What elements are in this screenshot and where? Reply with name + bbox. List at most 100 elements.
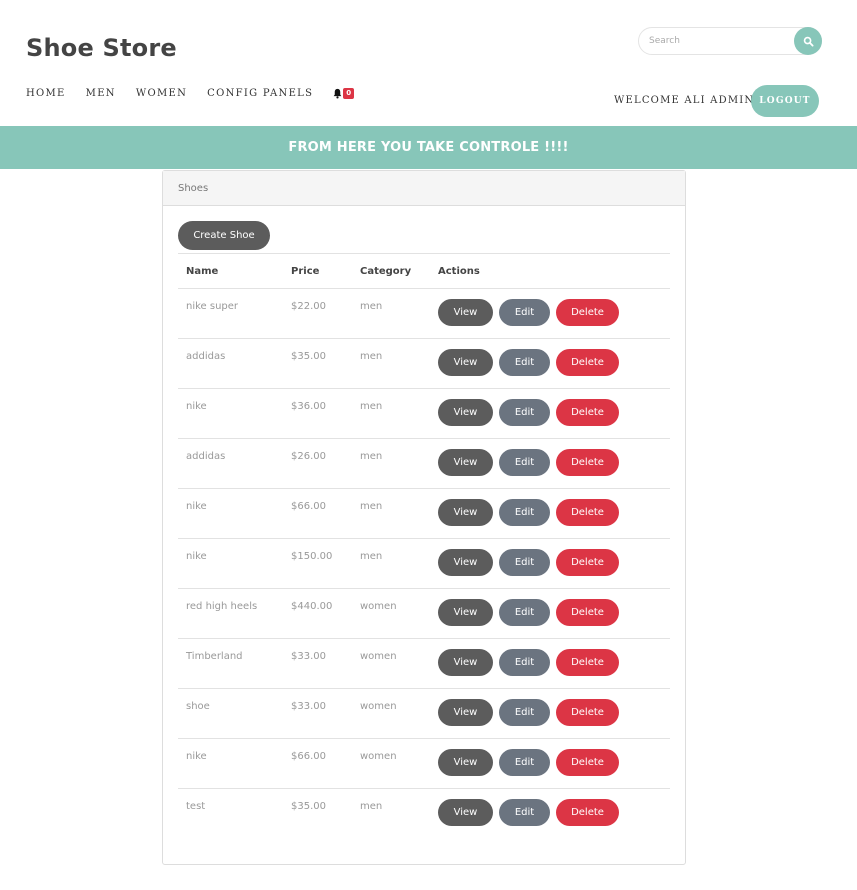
table-row: Timberland $33.00 women View Edit Delete [178, 639, 670, 689]
shoe-category: men [360, 401, 383, 412]
edit-button[interactable]: Edit [499, 749, 550, 776]
search-icon [803, 36, 814, 47]
shoe-category: men [360, 501, 383, 512]
shoe-name: addidas [186, 451, 226, 462]
view-button[interactable]: View [438, 299, 493, 326]
edit-button[interactable]: Edit [499, 599, 550, 626]
notification-count-badge: 0 [343, 88, 355, 99]
nav-home[interactable]: HOME [26, 88, 66, 99]
shoe-price: $36.00 [291, 401, 326, 412]
table-row: nike $66.00 men View Edit Delete [178, 489, 670, 539]
edit-button[interactable]: Edit [499, 699, 550, 726]
table-row: nike $66.00 women View Edit Delete [178, 739, 670, 789]
shoe-price: $33.00 [291, 651, 326, 662]
table-row: addidas $35.00 men View Edit Delete [178, 339, 670, 389]
edit-button[interactable]: Edit [499, 549, 550, 576]
delete-button[interactable]: Delete [556, 449, 619, 476]
table-row: nike $36.00 men View Edit Delete [178, 389, 670, 439]
delete-button[interactable]: Delete [556, 749, 619, 776]
shoe-name: nike [186, 751, 207, 762]
table-row: shoe $33.00 women View Edit Delete [178, 689, 670, 739]
edit-button[interactable]: Edit [499, 349, 550, 376]
view-button[interactable]: View [438, 499, 493, 526]
nav-women[interactable]: WOMEN [136, 88, 187, 99]
shoe-name: shoe [186, 701, 210, 712]
bell-icon [333, 88, 342, 99]
shoe-price: $440.00 [291, 601, 333, 612]
shoe-name: nike [186, 551, 207, 562]
edit-button[interactable]: Edit [499, 299, 550, 326]
welcome-text: WELCOME ALI ADMIN [614, 95, 755, 106]
shoe-price: $66.00 [291, 751, 326, 762]
delete-button[interactable]: Delete [556, 349, 619, 376]
delete-button[interactable]: Delete [556, 699, 619, 726]
shoe-price: $35.00 [291, 351, 326, 362]
header-price: Price [291, 265, 320, 277]
logout-button[interactable]: LOGOUT [751, 85, 819, 117]
delete-button[interactable]: Delete [556, 499, 619, 526]
shoe-price: $33.00 [291, 701, 326, 712]
search-bar [638, 27, 822, 55]
nav-men[interactable]: MEN [86, 88, 116, 99]
delete-button[interactable]: Delete [556, 799, 619, 826]
shoe-category: men [360, 301, 383, 312]
view-button[interactable]: View [438, 699, 493, 726]
shoe-category: women [360, 651, 397, 662]
delete-button[interactable]: Delete [556, 649, 619, 676]
shoe-name: red high heels [186, 601, 258, 612]
shoe-category: men [360, 451, 383, 462]
header-actions: Actions [438, 265, 480, 277]
table-row: test $35.00 men View Edit Delete [178, 789, 670, 839]
admin-banner: FROM HERE YOU TAKE CONTROLE !!!! [0, 126, 857, 169]
search-button[interactable] [794, 27, 822, 55]
shoe-category: women [360, 751, 397, 762]
table-row: nike super $22.00 men View Edit Delete [178, 289, 670, 339]
shoe-name: test [186, 801, 206, 812]
edit-button[interactable]: Edit [499, 399, 550, 426]
delete-button[interactable]: Delete [556, 399, 619, 426]
view-button[interactable]: View [438, 799, 493, 826]
card-title: Shoes [178, 182, 209, 194]
view-button[interactable]: View [438, 349, 493, 376]
shoe-name: nike super [186, 301, 239, 312]
shoe-price: $150.00 [291, 551, 333, 562]
shoe-name: Timberland [186, 651, 243, 662]
shoe-category: men [360, 351, 383, 362]
view-button[interactable]: View [438, 749, 493, 776]
view-button[interactable]: View [438, 449, 493, 476]
table-row: red high heels $440.00 women View Edit Delete [178, 589, 670, 639]
edit-button[interactable]: Edit [499, 449, 550, 476]
header-name: Name [186, 265, 219, 277]
edit-button[interactable]: Edit [499, 799, 550, 826]
table-row: nike $150.00 men View Edit Delete [178, 539, 670, 589]
delete-button[interactable]: Delete [556, 299, 619, 326]
shoe-category: men [360, 801, 383, 812]
view-button[interactable]: View [438, 399, 493, 426]
brand-title[interactable]: Shoe Store [26, 34, 177, 62]
delete-button[interactable]: Delete [556, 549, 619, 576]
shoe-price: $35.00 [291, 801, 326, 812]
shoe-category: women [360, 601, 397, 612]
card-header: Shoes [163, 171, 685, 206]
view-button[interactable]: View [438, 649, 493, 676]
shoe-price: $66.00 [291, 501, 326, 512]
edit-button[interactable]: Edit [499, 499, 550, 526]
shoe-name: addidas [186, 351, 226, 362]
notifications[interactable]: 0 [332, 88, 355, 99]
main-nav: HOME MEN WOMEN CONFIG PANELS 0 [26, 88, 355, 99]
view-button[interactable]: View [438, 599, 493, 626]
banner-text: FROM HERE YOU TAKE CONTROLE !!!! [288, 140, 569, 155]
table-header: Name Price Category Actions [178, 253, 670, 289]
table-body: nike super $22.00 men View Edit Delete addidas… [178, 289, 670, 839]
edit-button[interactable]: Edit [499, 649, 550, 676]
table-row: addidas $26.00 men View Edit Delete [178, 439, 670, 489]
delete-button[interactable]: Delete [556, 599, 619, 626]
view-button[interactable]: View [438, 549, 493, 576]
shoe-category: women [360, 701, 397, 712]
nav-config-panels[interactable]: CONFIG PANELS [207, 88, 313, 99]
shoe-price: $26.00 [291, 451, 326, 462]
shoes-card: Shoes Create Shoe Name Price Category Ac… [162, 170, 686, 865]
create-shoe-button[interactable]: Create Shoe [178, 221, 270, 250]
shoe-price: $22.00 [291, 301, 326, 312]
header-category: Category [360, 265, 412, 277]
